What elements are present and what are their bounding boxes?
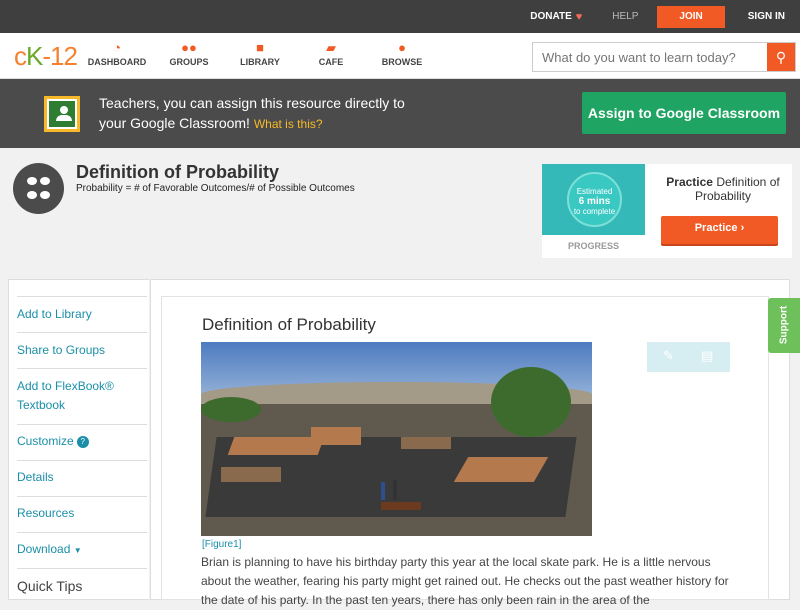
concept-subtitle: Probability = # of Favorable Outcomes/# … (76, 183, 355, 194)
customize-label: Customize (17, 434, 74, 448)
estimate-label: Estimated (576, 187, 613, 196)
chat-icon: ▰ (326, 40, 336, 55)
share-to-groups-link[interactable]: Share to Groups (17, 341, 147, 360)
donate-label: DONATE (530, 11, 572, 22)
content-tools: ✎ ▤ (647, 342, 730, 372)
action-sidebar: Add to Library Share to Groups Add to Fl… (8, 279, 149, 600)
resources-link[interactable]: Resources (17, 504, 147, 523)
search-icon: ⚲ (775, 49, 787, 65)
practice-button[interactable]: Practice › (661, 216, 778, 244)
progress-label: PROGRESS (567, 241, 619, 251)
practice-progress-panel: Estimated 6 mins to complete (542, 164, 645, 235)
nav-groups[interactable]: ●● GROUPS (154, 39, 224, 67)
join-button[interactable]: JOIN (657, 5, 725, 28)
nav-library[interactable]: ■ LIBRARY (225, 39, 295, 67)
assign-google-classroom-button[interactable]: Assign to Google Classroom (582, 92, 786, 134)
add-to-library-link[interactable]: Add to Library (17, 305, 147, 324)
google-classroom-icon (44, 96, 80, 132)
heart-icon: ♥ (575, 10, 583, 23)
search-input[interactable] (533, 43, 763, 71)
speedometer-icon: ◔ (113, 40, 121, 55)
quick-tips-heading[interactable]: Quick Tips (17, 578, 82, 594)
estimate-badge: Estimated 6 mins to complete (567, 172, 622, 227)
estimate-suffix: to complete (573, 207, 616, 216)
flexbook-line1: Add to FlexBook® (17, 379, 114, 393)
support-label: Support (778, 305, 790, 345)
logo-rest: -12 (42, 41, 78, 71)
ck12-logo[interactable]: cK-12 (14, 41, 78, 72)
banner-line1: Teachers, you can assign this resource d… (99, 95, 405, 111)
nav-browse-label: BROWSE (381, 57, 423, 67)
customize-link[interactable]: Customize? (17, 432, 147, 451)
details-link[interactable]: Details (17, 468, 147, 487)
notes-icon[interactable]: ▤ (701, 348, 713, 364)
logo-c: c (14, 41, 27, 71)
caret-down-icon: ▼ (73, 546, 82, 555)
practice-button-label: Practice (694, 222, 738, 234)
book-icon: ■ (256, 40, 264, 55)
estimate-time: 6 mins (578, 196, 611, 207)
nav-browse[interactable]: ● BROWSE (367, 39, 437, 67)
figure-caption: [Figure1] (202, 539, 242, 550)
flexbook-line2: Textbook (17, 398, 66, 412)
pencil-icon[interactable]: ✎ (663, 348, 674, 364)
search-button[interactable]: ⚲ (767, 43, 795, 71)
nav-cafe-label: CAFE (318, 57, 344, 67)
lightbulb-icon: ● (398, 40, 406, 55)
concept-title: Definition of Probability (76, 162, 279, 182)
banner-line2: your Google Classroom! (99, 115, 250, 131)
help-link[interactable]: HELP (597, 0, 653, 33)
concept-icon (13, 163, 64, 214)
donate-link[interactable]: DONATE ♥ (515, 0, 597, 33)
practice-title: Practice Definition of Probability (654, 175, 792, 203)
nav-groups-label: GROUPS (169, 57, 209, 67)
support-tab[interactable]: Support (768, 298, 800, 353)
nav-dashboard-label: DASHBOARD (87, 57, 147, 67)
content-paragraph: Brian is planning to have his birthday p… (201, 555, 729, 607)
group-icon: ●● (181, 40, 197, 55)
logo-k: K (26, 41, 43, 71)
nav-dashboard[interactable]: ◔ DASHBOARD (82, 39, 152, 67)
content-title: Definition of Probability (202, 315, 376, 334)
what-is-this-link[interactable]: What is this? (254, 117, 323, 131)
help-icon[interactable]: ? (76, 436, 89, 448)
chevron-right-icon: › (740, 222, 745, 234)
download-label: Download (17, 542, 71, 556)
skate-park-image (201, 342, 592, 536)
top-bar: DONATE ♥ HELP JOIN SIGN IN (0, 0, 800, 33)
nav-cafe[interactable]: ▰ CAFE (296, 39, 366, 67)
search-box: ⚲ (532, 42, 796, 72)
download-link[interactable]: Download ▼ (17, 540, 147, 560)
banner-text: Teachers, you can assign this resource d… (99, 93, 499, 134)
add-to-flexbook-link[interactable]: Add to FlexBook® Textbook (17, 377, 147, 415)
practice-card: Estimated 6 mins to complete PROGRESS Pr… (542, 164, 792, 258)
main-nav: cK-12 ◔ DASHBOARD ●● GROUPS ■ LIBRARY ▰ CAFE… (0, 33, 800, 79)
sign-in-link[interactable]: SIGN IN (733, 0, 800, 33)
nav-library-label: LIBRARY (240, 57, 280, 67)
practice-title-bold: Practice (666, 175, 713, 189)
